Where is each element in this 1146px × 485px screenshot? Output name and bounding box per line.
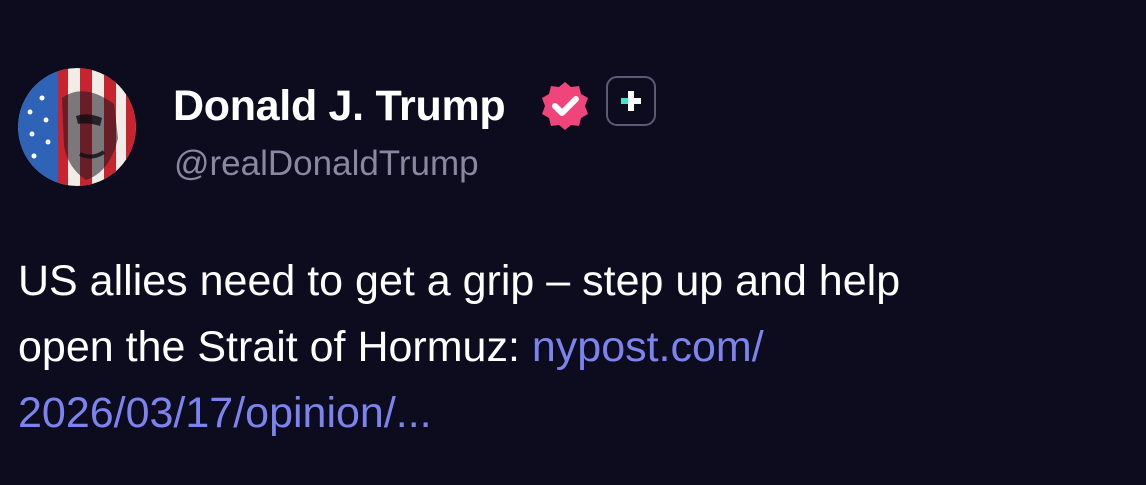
user-handle[interactable]: @realDonaldTrump: [174, 142, 479, 186]
post-text-line-2: open the Strait of Hormuz: nypost.com/: [18, 314, 1138, 380]
display-name[interactable]: Donald J. Trump: [173, 80, 506, 132]
avatar[interactable]: [18, 68, 136, 186]
article-link-continuation[interactable]: 2026/03/17/opinion/...: [18, 380, 1138, 446]
plus-badge-button[interactable]: [606, 76, 656, 126]
plus-badge-icon: [621, 91, 641, 111]
article-link[interactable]: nypost.com/: [532, 323, 764, 371]
post-card: Donald J. Trump @realDonaldTrump US alli…: [0, 0, 1146, 485]
flag-portrait-avatar-icon: [18, 68, 136, 186]
post-text-segment: open the Strait of Hormuz:: [18, 323, 532, 371]
post-text-line-1: US allies need to get a grip – step up a…: [18, 257, 901, 305]
post-text: US allies need to get a grip – step up a…: [18, 248, 1138, 446]
verified-badge-icon: [538, 79, 592, 133]
